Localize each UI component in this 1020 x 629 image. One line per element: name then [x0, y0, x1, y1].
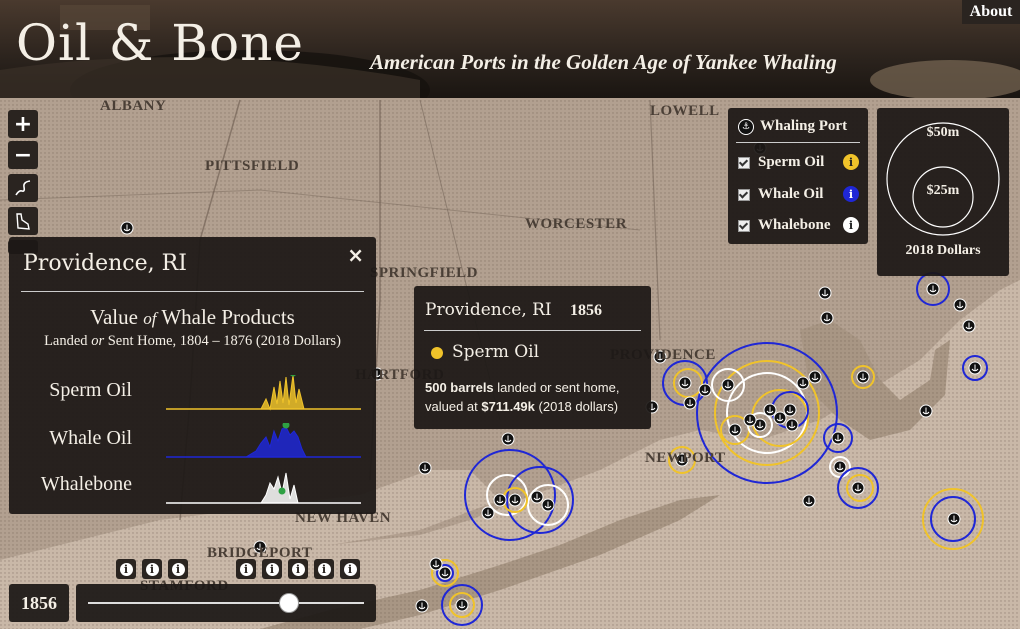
scale-label-large: $50m [926, 125, 960, 140]
heading-part: Value [90, 305, 138, 329]
sparkline-year-marker [278, 487, 286, 495]
legend-checkbox-whale-oil[interactable] [738, 188, 750, 201]
place-label-albany: ALBANY [100, 98, 167, 114]
legend-port-row: ⚓ Whaling Port [738, 118, 847, 135]
info-icon-whalebone[interactable]: i [843, 217, 859, 233]
legend-label-whalebone: Whalebone [758, 217, 831, 233]
sparkline-area [260, 375, 305, 411]
legend-checkbox-sperm-oil[interactable] [738, 156, 750, 169]
legend-item-whale-oil[interactable]: Whale Oil [738, 186, 823, 203]
timeline-info-button[interactable]: i [262, 559, 282, 579]
tooltip-value: $711.49k [481, 399, 535, 414]
legend-item-whalebone[interactable]: Whalebone [738, 217, 831, 234]
info-icon: i [291, 562, 305, 576]
sparkline-whalebone[interactable] [166, 469, 366, 505]
site-title: Oil & Bone [16, 14, 304, 72]
info-icon: i [265, 562, 279, 576]
sparkline-area [244, 426, 307, 458]
timeline-info-button[interactable]: i [236, 559, 256, 579]
place-label-lowell: LOWELL [650, 103, 720, 119]
sparkline-sperm-oil[interactable] [166, 375, 366, 411]
place-label-springfield: SPRINGFIELD [370, 265, 479, 281]
timeline-info-button[interactable]: i [116, 559, 136, 579]
sparkline-area [260, 472, 299, 504]
legend-panel: ⚓ Whaling Port Sperm Oil i Whale Oil i W… [728, 108, 868, 244]
scale-label-small: $25m [926, 183, 960, 198]
product-row-whalebone: Whalebone [9, 469, 364, 509]
slider-handle[interactable] [278, 593, 299, 613]
legend-label-sperm-oil: Sperm Oil [758, 154, 825, 170]
tooltip-text: (2018 dollars) [538, 399, 619, 414]
heading-part: of [143, 309, 157, 328]
close-icon[interactable]: × [347, 243, 364, 267]
product-row-whale-oil: Whale Oil [9, 423, 364, 463]
legend-checkbox-whalebone[interactable] [738, 219, 750, 232]
place-label-worcester: WORCESTER [525, 216, 628, 232]
slider-track [88, 602, 364, 604]
tooltip-product-swatch [431, 347, 443, 359]
port-tooltip: Providence, RI 1856 Sperm Oil 500 barrel… [414, 286, 651, 429]
info-icon: i [145, 562, 159, 576]
place-label-pittsfield: PITTSFIELD [205, 158, 300, 174]
timeline-info-button[interactable]: i [340, 559, 360, 579]
info-icon-sperm-oil[interactable]: i [843, 154, 859, 170]
size-scale-panel: $50m $25m 2018 Dollars [877, 108, 1009, 276]
timeline-info-button[interactable]: i [142, 559, 162, 579]
timeline-info-button[interactable]: i [288, 559, 308, 579]
timeline-info-button[interactable]: i [314, 559, 334, 579]
sparkline-year-marker [290, 375, 296, 377]
site-header: Oil & Bone American Ports in the Golden … [0, 0, 1020, 98]
sparkline-whale-oil[interactable] [166, 423, 366, 459]
product-label-whalebone: Whalebone [40, 473, 132, 495]
about-button[interactable]: About [962, 0, 1020, 24]
tooltip-text: valued at [425, 399, 478, 414]
port-panel-divider [21, 291, 364, 292]
zoom-out-button[interactable]: − [8, 141, 38, 169]
product-row-sperm-oil: Sperm Oil [9, 375, 364, 415]
subheading-part: Landed [44, 333, 88, 349]
product-label-whale-oil: Whale Oil [49, 427, 132, 449]
tooltip-description: 500 barrels landed or sent home, valued … [425, 378, 647, 416]
path-draw-icon[interactable] [8, 174, 38, 202]
info-icon: i [119, 562, 133, 576]
legend-port-label: Whaling Port [760, 118, 848, 134]
tooltip-product: Sperm Oil [452, 342, 540, 362]
tooltip-year: 1856 [570, 302, 602, 319]
tooltip-qty: 500 barrels [425, 380, 494, 395]
info-icon: i [239, 562, 253, 576]
port-detail-panel: Providence, RI × Value of Whale Products… [9, 237, 376, 514]
tooltip-divider [424, 330, 641, 331]
port-panel-title: Providence, RI [23, 251, 187, 276]
info-icon: i [171, 562, 185, 576]
scale-unit-label: 2018 Dollars [905, 243, 981, 258]
zoom-in-button[interactable]: + [8, 110, 38, 138]
heading-part: Whale Products [161, 305, 295, 329]
anchor-icon: ⚓ [738, 118, 754, 135]
port-panel-heading: Value of Whale Products [9, 305, 376, 330]
timeline-year: 1856 [9, 584, 69, 622]
territory-outline-icon[interactable] [8, 207, 38, 235]
subheading-part: or [91, 333, 105, 349]
legend-label-whale-oil: Whale Oil [758, 186, 824, 202]
legend-divider [736, 142, 860, 143]
legend-item-sperm-oil[interactable]: Sperm Oil [738, 154, 824, 171]
timeline-info-button[interactable]: i [168, 559, 188, 579]
info-icon: i [317, 562, 331, 576]
subheading-part: Sent Home, 1804 – 1876 (2018 Dollars) [107, 333, 341, 349]
info-icon-whale-oil[interactable]: i [843, 186, 859, 202]
site-subtitle: American Ports in the Golden Age of Yank… [370, 50, 837, 74]
place-label-newport: NEWPORT [645, 450, 726, 466]
timeline-slider[interactable] [76, 584, 376, 622]
info-icon: i [343, 562, 357, 576]
product-label-sperm-oil: Sperm Oil [49, 379, 132, 401]
tooltip-port: Providence, RI [425, 300, 552, 320]
port-panel-subheading: Landed or Sent Home, 1804 – 1876 (2018 D… [9, 333, 376, 350]
tooltip-text: landed or sent home, [497, 380, 620, 395]
